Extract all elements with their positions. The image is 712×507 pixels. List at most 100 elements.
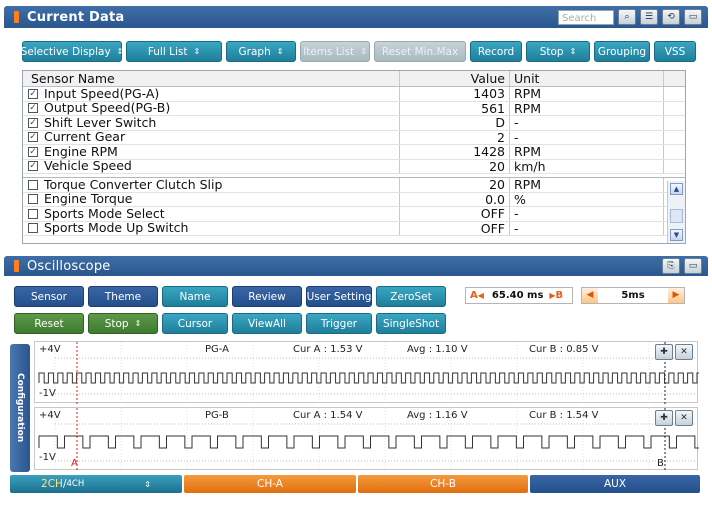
sensor-value: 1403 xyxy=(399,87,509,101)
row-spacer xyxy=(663,130,685,144)
time-div-value: 5ms xyxy=(621,290,645,301)
window-icon[interactable]: ▭ xyxy=(684,9,702,25)
row-checkbox[interactable] xyxy=(28,208,38,219)
scroll-up-icon[interactable]: ▲ xyxy=(670,183,683,195)
row-checkbox[interactable]: ✓ xyxy=(28,132,38,143)
full-list-button[interactable]: Full List ⇕ xyxy=(126,41,222,62)
trigger-button[interactable]: Trigger xyxy=(306,313,372,334)
ch1-avg: Avg : 1.10 V xyxy=(407,344,468,355)
theme-button[interactable]: Theme xyxy=(88,286,158,307)
selected-rows: ✓ Input Speed(PG-A) 1403 RPM ✓ Output Speed(P… xyxy=(23,86,685,174)
table-scrollbar[interactable]: ▲ ▼ xyxy=(667,181,685,243)
retrieve-icon[interactable]: ⟲ xyxy=(662,9,680,25)
cursor-button[interactable]: Cursor xyxy=(162,313,228,334)
tab-ch-b[interactable]: CH-B xyxy=(358,475,528,493)
other-rows: Torque Converter Clutch Slip 20 RPM Engine … xyxy=(23,177,685,236)
reset-button[interactable]: Reset xyxy=(14,313,84,334)
ch1-name: PG-A xyxy=(205,344,230,355)
viewall-button[interactable]: ViewAll xyxy=(232,313,302,334)
tab-aux[interactable]: AUX xyxy=(530,475,700,493)
sensor-name-cell: Engine Torque xyxy=(23,192,399,207)
row-spacer xyxy=(663,145,685,159)
sensor-unit: - xyxy=(509,221,663,235)
row-checkbox[interactable]: ✓ xyxy=(28,103,38,114)
zoom-in-icon[interactable]: ✚ xyxy=(655,344,673,360)
vss-button[interactable]: VSS xyxy=(654,41,696,62)
sensor-name-cell: ✓ Shift Lever Switch xyxy=(23,115,399,130)
sensor-name-cell: ✓ Vehicle Speed xyxy=(23,159,399,174)
grouping-button[interactable]: Grouping xyxy=(594,41,650,62)
ch2-min-label: -1V xyxy=(39,452,56,463)
ch1-min-label: -1V xyxy=(39,388,56,399)
graph-label: Graph xyxy=(238,45,271,58)
channel-mode-active: 2CH xyxy=(41,478,63,490)
time-increase-icon[interactable]: ▶ xyxy=(668,288,684,303)
configuration-tab[interactable]: Configuration xyxy=(10,344,30,472)
sensor-unit: RPM xyxy=(509,87,663,101)
selective-display-button[interactable]: Selective Display ⇕ xyxy=(21,41,123,62)
sensor-name-cell: Sports Mode Up Switch xyxy=(23,221,399,236)
row-checkbox[interactable]: ✓ xyxy=(28,146,38,157)
updown-arrow-icon: ⇕ xyxy=(134,319,142,328)
row-checkbox[interactable]: ✓ xyxy=(28,117,38,128)
row-spacer xyxy=(663,116,685,130)
zeroset-button[interactable]: ZeroSet xyxy=(376,286,446,307)
stop-button[interactable]: Stop ⇕ xyxy=(526,41,590,62)
table-row[interactable]: ✓ Output Speed(PG-B) 561 RPM xyxy=(23,100,685,116)
channel-mode-select[interactable]: 2CH / 4CH ⇕ xyxy=(10,475,182,493)
export-icon[interactable]: ⎘ xyxy=(662,258,680,274)
scroll-down-icon[interactable]: ▼ xyxy=(670,229,683,241)
name-button[interactable]: Name xyxy=(162,286,228,307)
zoom-in-icon[interactable]: ✚ xyxy=(655,410,673,426)
cursor-a-label: A xyxy=(71,458,78,469)
user-setting-button[interactable]: User Setting xyxy=(306,286,372,307)
graph-button[interactable]: Graph ⇕ xyxy=(226,41,296,62)
ch2-max-label: +4V xyxy=(39,410,61,421)
reset-min-max-button: Reset Min.Max xyxy=(374,41,466,62)
panel-marker-icon xyxy=(14,260,19,272)
time-decrease-icon[interactable]: ◀ xyxy=(582,288,598,303)
sensor-unit: - xyxy=(509,207,663,221)
ch2-cur-b: Cur B : 1.54 V xyxy=(529,410,599,421)
search-input[interactable]: Search xyxy=(558,9,614,25)
full-list-label: Full List xyxy=(147,45,188,58)
row-checkbox[interactable]: ✓ xyxy=(28,161,38,172)
channel-pg-b-plot xyxy=(38,408,699,471)
singleshot-label: SingleShot xyxy=(382,317,440,330)
record-button[interactable]: Record xyxy=(470,41,522,62)
sensor-value: OFF xyxy=(399,207,509,221)
sensor-name: Output Speed(PG-B) xyxy=(44,100,171,116)
sensor-name-cell: ✓ Output Speed(PG-B) xyxy=(23,100,399,116)
table-row[interactable]: Engine Torque 0.0% xyxy=(23,192,685,207)
scroll-thumb[interactable] xyxy=(670,209,683,223)
channel-pg-a-plot xyxy=(38,342,699,404)
table-row[interactable]: ✓ Vehicle Speed 20 km/h xyxy=(23,159,685,174)
ch2-name: PG-B xyxy=(205,410,229,421)
list-icon[interactable]: ☰ xyxy=(640,9,658,25)
row-checkbox[interactable] xyxy=(28,223,38,234)
close-icon[interactable]: ✕ xyxy=(675,344,693,360)
close-icon[interactable]: ✕ xyxy=(675,410,693,426)
stop-label: Stop xyxy=(539,45,564,58)
row-checkbox[interactable]: ✓ xyxy=(28,88,38,99)
sensor-label: Sensor xyxy=(31,290,67,303)
review-button[interactable]: Review xyxy=(232,286,302,307)
channel-pg-a: +4V -1V PG-A Cur A : 1.53 V Avg : 1.10 V… xyxy=(34,341,699,404)
singleshot-button[interactable]: SingleShot xyxy=(376,313,446,334)
stop-label: Stop xyxy=(104,317,129,330)
table-row[interactable]: ✓ Current Gear 2- xyxy=(23,130,685,145)
cursor-delta-value: 65.40 ms xyxy=(491,290,544,301)
row-checkbox[interactable] xyxy=(28,194,38,205)
table-row[interactable]: Sports Mode Up Switch OFF - xyxy=(23,221,685,236)
theme-label: Theme xyxy=(104,290,142,303)
sensor-value: 1428 xyxy=(399,145,509,159)
items-list-button: Items List ⇕ xyxy=(300,41,370,62)
stop-button[interactable]: Stop ⇕ xyxy=(88,313,158,334)
tab-ch-a[interactable]: CH-A xyxy=(184,475,356,493)
reset-min-max-label: Reset Min.Max xyxy=(381,45,459,58)
search-list-icon[interactable]: ⌕ xyxy=(618,9,636,25)
window-icon[interactable]: ▭ xyxy=(684,258,702,274)
row-checkbox[interactable] xyxy=(28,179,38,190)
sensor-button[interactable]: Sensor xyxy=(14,286,84,307)
row-spacer xyxy=(663,87,685,101)
